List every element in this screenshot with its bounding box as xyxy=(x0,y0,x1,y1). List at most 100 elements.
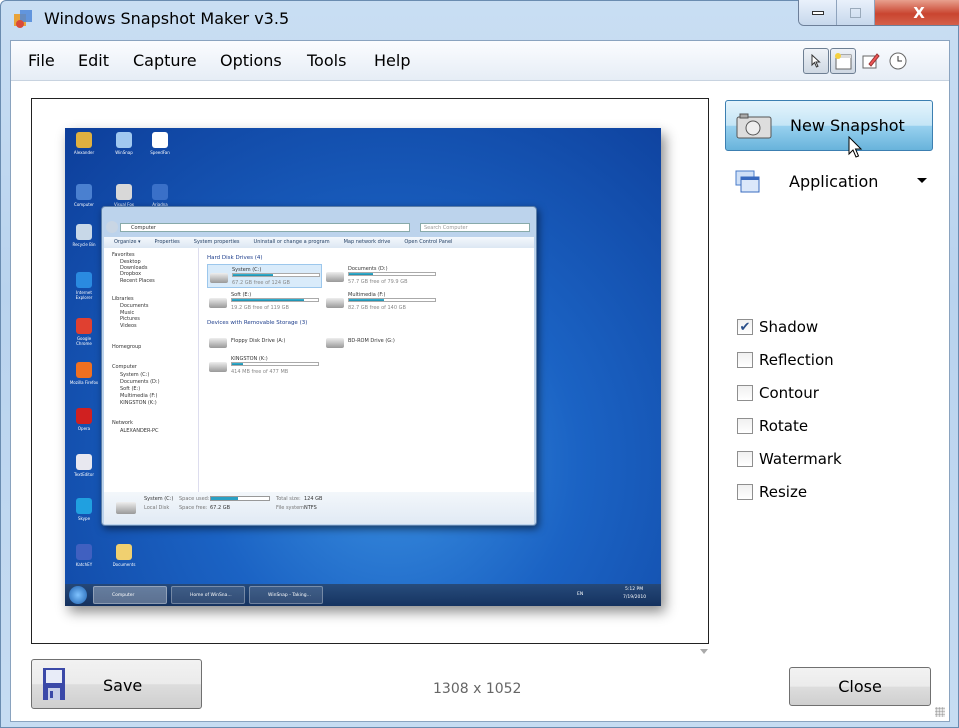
checkbox[interactable] xyxy=(737,451,753,467)
details-usage-bar xyxy=(210,496,270,501)
option-shadow[interactable]: ✔ Shadow xyxy=(737,318,818,336)
pointer-icon xyxy=(811,54,821,68)
edit-tool-button[interactable] xyxy=(858,48,884,74)
app-icon xyxy=(14,10,32,28)
desktop-icon-label: Documents xyxy=(112,562,136,567)
command-item: Map network drive xyxy=(343,239,391,245)
option-reflection[interactable]: Reflection xyxy=(737,351,834,369)
capture-mode-label: Application xyxy=(789,172,879,191)
option-watermark[interactable]: Watermark xyxy=(737,450,842,468)
back-icon xyxy=(106,221,118,233)
desktop-icon-image xyxy=(76,544,92,560)
option-label: Rotate xyxy=(759,417,809,435)
close-window-button[interactable]: X xyxy=(875,0,959,25)
drive-icon xyxy=(209,338,227,348)
checkbox[interactable] xyxy=(737,484,753,500)
desktop-icon-image xyxy=(76,454,92,470)
group-removable: Devices with Removable Storage (3) xyxy=(207,320,308,326)
minimize-button[interactable] xyxy=(799,0,837,25)
menu-options[interactable]: Options xyxy=(220,51,282,70)
nav-item: Dropbox xyxy=(120,271,142,277)
title-bar[interactable]: Windows Snapshot Maker v3.5 X xyxy=(0,0,959,40)
taskbar-preview: Computer Home of WinSna... WinSnap - Tak… xyxy=(65,584,661,606)
resize-arrow-icon xyxy=(700,649,708,654)
desktop-icon: Opera xyxy=(69,408,99,431)
desktop-icon-image xyxy=(76,498,92,514)
desktop-icon-image xyxy=(116,132,132,148)
details-fs: NTFS xyxy=(304,505,317,511)
drive-icon xyxy=(209,298,227,308)
command-item: System properties xyxy=(193,239,240,245)
menu-capture[interactable]: Capture xyxy=(133,51,197,70)
desktop-icon-label: Internet Explorer xyxy=(75,290,93,300)
menu-file[interactable]: File xyxy=(28,51,55,70)
nav-item: Documents (D:) xyxy=(120,379,160,385)
desktop-icon-image xyxy=(76,132,92,148)
details-name: System (C:) xyxy=(144,496,174,502)
checkbox[interactable] xyxy=(737,385,753,401)
nav-item: Soft (E:) xyxy=(120,386,141,392)
start-icon xyxy=(69,586,87,604)
capture-mode-dropdown[interactable]: Application xyxy=(725,166,933,196)
drive-icon xyxy=(209,362,227,372)
timer-button[interactable] xyxy=(885,48,911,74)
command-item: Open Control Panel xyxy=(404,239,453,245)
drive-item: System (C:) 67.2 GB free of 124 GB xyxy=(207,264,322,288)
desktop-icon-image xyxy=(76,272,92,288)
command-item: Organize ▾ xyxy=(114,239,141,245)
captured-desktop-image: Alexander WinSnap SpeedFan Computer Visual F… xyxy=(65,128,661,606)
minimize-icon xyxy=(811,10,824,15)
option-label: Shadow xyxy=(759,318,819,336)
camera-icon xyxy=(736,113,772,139)
window-capture-button[interactable] xyxy=(830,48,856,74)
chevron-down-icon xyxy=(917,178,927,183)
desktop-icon: WinSnap xyxy=(109,132,139,155)
drive-free: 19.2 GB free of 119 GB xyxy=(231,305,289,311)
drive-usage-fill xyxy=(349,299,385,301)
new-snapshot-button[interactable]: New Snapshot xyxy=(725,100,933,158)
drive-item: Documents (D:) 57.7 GB free of 79.9 GB xyxy=(324,264,439,288)
new-snapshot-label: New Snapshot xyxy=(790,116,905,135)
desktop-icon: SpeedFan xyxy=(145,132,175,155)
checkbox[interactable] xyxy=(737,418,753,434)
desktop-icon-image xyxy=(76,184,92,200)
address-bar: Computer xyxy=(120,223,410,232)
drive-name: Floppy Disk Drive (A:) xyxy=(231,338,286,344)
desktop-icon-label: WinSnap xyxy=(115,150,133,155)
nav-item: Videos xyxy=(120,323,137,329)
drive-item: Soft (E:) 19.2 GB free of 119 GB xyxy=(207,290,322,314)
drive-free: 82.7 GB free of 140 GB xyxy=(348,305,406,311)
option-rotate[interactable]: Rotate xyxy=(737,417,808,435)
explorer-window-preview: Computer Search Computer Organize ▾ Prope… xyxy=(101,206,537,526)
navigation-pane: Favorites Desktop Downloads Dropbox Recent P… xyxy=(104,248,199,492)
drive-usage-fill xyxy=(232,299,305,301)
desktop-icon-image xyxy=(152,132,168,148)
command-item: Properties xyxy=(154,239,180,245)
desktop-icon-label: Opera xyxy=(77,426,91,431)
close-button[interactable]: Close xyxy=(789,667,931,706)
desktop-icon: Computer xyxy=(69,184,99,207)
desktop-icon-image xyxy=(116,544,132,560)
maximize-button[interactable] xyxy=(837,0,875,25)
option-contour[interactable]: Contour xyxy=(737,384,819,402)
desktop-icon: Mozilla Firefox xyxy=(69,362,99,385)
drive-icon xyxy=(326,298,344,308)
menu-help[interactable]: Help xyxy=(374,51,410,70)
nav-item: Network xyxy=(112,420,133,426)
menu-tools[interactable]: Tools xyxy=(307,51,346,70)
checkbox[interactable]: ✔ xyxy=(737,319,753,335)
desktop-icon: Internet Explorer xyxy=(69,272,99,300)
menu-edit[interactable]: Edit xyxy=(78,51,109,70)
save-label: Save xyxy=(103,676,143,695)
desktop-icon-label: Recycle Bin xyxy=(72,242,96,247)
option-resize[interactable]: Resize xyxy=(737,483,807,501)
pointer-tool-button[interactable] xyxy=(803,48,829,74)
menu-bar: File Edit Capture Options Tools Help xyxy=(11,41,949,81)
nav-item: ALEXANDER-PC xyxy=(120,428,159,434)
save-button[interactable]: Save xyxy=(31,659,202,709)
taskbar-item: WinSnap - Taking... xyxy=(249,586,323,604)
checkbox[interactable] xyxy=(737,352,753,368)
taskbar-item: Home of WinSna... xyxy=(171,586,245,604)
resize-grip[interactable] xyxy=(935,707,945,717)
desktop-icon: Visual Fox xyxy=(109,184,139,207)
